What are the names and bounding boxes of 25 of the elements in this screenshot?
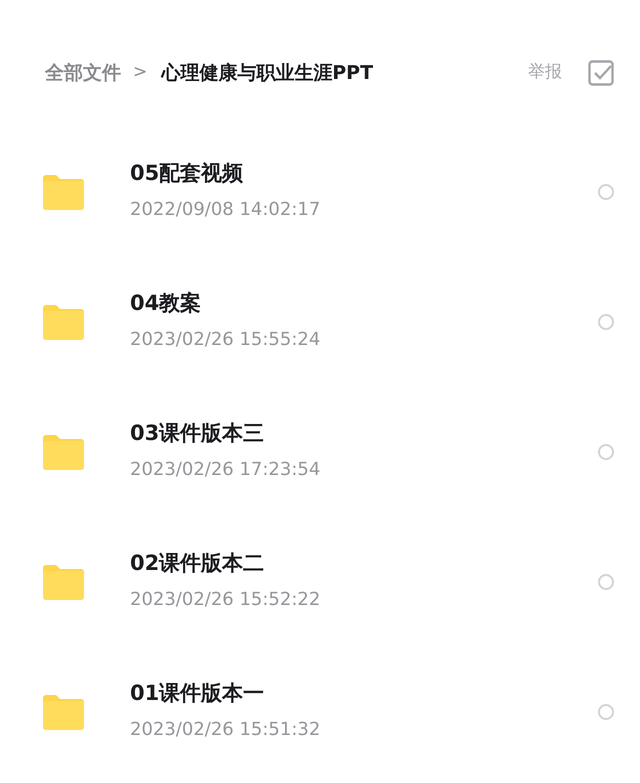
folder-icon — [43, 304, 84, 340]
folder-icon — [43, 174, 84, 210]
folder-icon — [43, 564, 84, 600]
select-radio[interactable] — [598, 704, 614, 720]
breadcrumb-separator: > — [133, 61, 148, 84]
select-radio[interactable] — [598, 574, 614, 590]
modified-date: 2023/02/26 15:55:24 — [130, 328, 322, 352]
folder-name: 03课件版本三 — [130, 420, 266, 446]
folder-icon — [43, 694, 84, 730]
select-radio[interactable] — [598, 444, 614, 460]
current-folder-title: 心理健康与职业生涯PPT — [161, 60, 374, 86]
breadcrumb-link[interactable]: 全部文件 — [45, 58, 121, 88]
folder-name: 05配套视频 — [130, 160, 244, 186]
folder-name: 04教案 — [130, 290, 202, 316]
folder-name: 02课件版本二 — [130, 550, 266, 576]
folder-icon — [43, 434, 84, 470]
folder-name: 01课件版本一 — [130, 680, 266, 706]
modified-date: 2022/09/08 14:02:17 — [130, 198, 322, 222]
multi-select-icon[interactable] — [588, 60, 614, 86]
modified-date: 2023/02/26 15:51:32 — [130, 718, 322, 742]
report-button[interactable]: 举报 — [528, 60, 562, 86]
select-radio[interactable] — [598, 314, 614, 330]
select-radio[interactable] — [598, 184, 614, 200]
modified-date: 2023/02/26 17:23:54 — [130, 458, 322, 482]
modified-date: 2023/02/26 15:52:22 — [130, 588, 322, 612]
